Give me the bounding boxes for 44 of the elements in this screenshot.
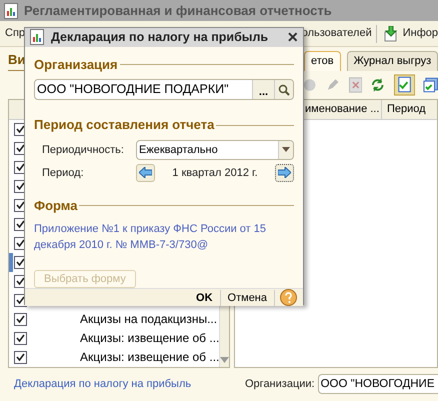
- frequency-dropdown[interactable]: Ежеквартально: [136, 140, 294, 160]
- field-label: Периодичность:: [42, 142, 125, 158]
- report-name: Акцизы: извещение об ...: [80, 349, 220, 366]
- refresh-icon[interactable]: [370, 76, 386, 93]
- dropdown-arrow-icon[interactable]: [282, 147, 290, 152]
- section-heading: Организация: [34, 56, 118, 74]
- checkbox[interactable]: [14, 312, 27, 326]
- menu-item[interactable]: ользователей: [302, 25, 376, 42]
- report-name: Акцизы на подакцизны...: [80, 311, 218, 328]
- report-icon: [4, 2, 18, 19]
- checkbox[interactable]: [14, 332, 27, 345]
- section-heading: Форма: [34, 196, 78, 215]
- dialog-button[interactable]: OK: [189, 290, 221, 306]
- delete-icon[interactable]: [348, 76, 362, 93]
- checkbox[interactable]: [14, 350, 27, 364]
- tab[interactable]: Журнал выгруз: [346, 50, 438, 71]
- report-link[interactable]: Декларация по налогу на прибыль: [0, 376, 245, 393]
- close-button[interactable]: ×: [287, 28, 298, 46]
- right-arrow-button[interactable]: [275, 164, 294, 182]
- search-icon[interactable]: [278, 84, 290, 96]
- report-name: Акцизы: извещение об ...: [80, 330, 220, 348]
- dialog-button[interactable]: Отмена: [220, 290, 275, 306]
- column-header[interactable]: Период: [382, 100, 426, 119]
- field-label: Период:: [42, 166, 85, 180]
- left-arrow-icon: [139, 167, 152, 178]
- report-icon: [30, 29, 44, 46]
- organization-field[interactable]: ООО "НОВОГОДНИЕ ПОДАРКИ" ...: [34, 79, 294, 100]
- help-icon[interactable]: [280, 289, 297, 306]
- field-label: Организации:: [245, 377, 315, 392]
- form-description[interactable]: Приложение №1 к приказу ФНС России от 15 декабря 2010 г. № ММВ-7-3/730@: [34, 221, 294, 254]
- right-arrow-icon: [278, 167, 291, 178]
- window-title: Регламентированная и финансовая отчетность: [24, 2, 332, 20]
- dialog-title: Декларация по налогу на прибыль: [51, 29, 270, 46]
- document-check-icon[interactable]: [394, 74, 415, 96]
- menu-item[interactable]: Инфор: [376, 25, 438, 42]
- menu-item[interactable]: Спр: [5, 27, 26, 40]
- documents-icon[interactable]: [422, 76, 438, 93]
- download-icon: [382, 26, 399, 42]
- tab[interactable]: етов: [304, 50, 341, 71]
- select-button[interactable]: ...: [252, 80, 274, 100]
- period-value: 1 квартал 2012 г.: [171, 166, 259, 180]
- section-heading: Период составления отчета: [34, 116, 214, 134]
- left-arrow-button[interactable]: [136, 164, 155, 182]
- organization-field[interactable]: ООО "НОВОГОДНИЕ: [318, 374, 438, 394]
